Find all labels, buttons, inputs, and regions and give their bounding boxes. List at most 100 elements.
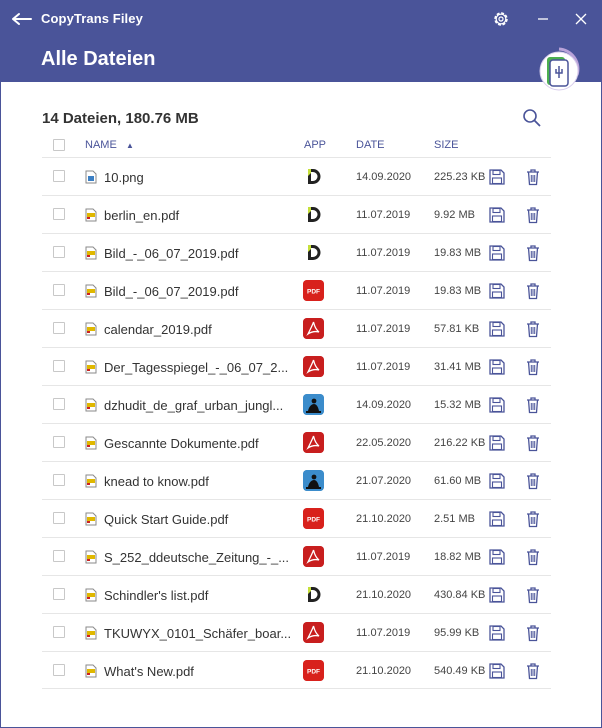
trash-icon[interactable]	[524, 396, 542, 414]
file-name[interactable]: dzhudit_de_graf_urban_jungl...	[104, 398, 294, 413]
pdf-file-icon	[85, 512, 97, 526]
row-checkbox[interactable]	[53, 512, 65, 524]
file-date: 21.07.2020	[356, 475, 412, 487]
file-name[interactable]: What's New.pdf	[104, 664, 294, 679]
trash-icon[interactable]	[524, 662, 542, 680]
file-name[interactable]: Gescannte Dokumente.pdf	[104, 436, 294, 451]
save-icon[interactable]	[488, 396, 506, 414]
file-row[interactable]: Bild_-_06_07_2019.pdf 11.07.2019 19.83 MB	[42, 233, 551, 271]
row-checkbox[interactable]	[53, 170, 65, 182]
trash-icon[interactable]	[524, 358, 542, 376]
row-checkbox[interactable]	[53, 284, 65, 296]
gear-icon[interactable]	[491, 9, 511, 29]
save-icon[interactable]	[488, 624, 506, 642]
search-icon[interactable]	[522, 108, 542, 128]
row-checkbox[interactable]	[53, 626, 65, 638]
file-name[interactable]: Quick Start Guide.pdf	[104, 512, 294, 527]
row-checkbox[interactable]	[53, 436, 65, 448]
row-checkbox[interactable]	[53, 664, 65, 676]
file-size: 61.60 MB	[434, 475, 482, 487]
trash-icon[interactable]	[524, 206, 542, 224]
file-row[interactable]: Gescannte Dokumente.pdf 22.05.2020 216.22 …	[42, 423, 551, 461]
save-icon[interactable]	[488, 472, 506, 490]
save-icon[interactable]	[488, 662, 506, 680]
row-checkbox[interactable]	[53, 588, 65, 600]
file-row[interactable]: Schindler's list.pdf 21.10.2020 430.84 KB	[42, 575, 551, 613]
save-icon[interactable]	[488, 510, 506, 528]
file-list: 10.png 14.09.2020 225.23 KB berlin_en.pdf 11…	[42, 157, 551, 689]
row-checkbox[interactable]	[53, 398, 65, 410]
file-row[interactable]: knead to know.pdf 21.07.2020 61.60 MB	[42, 461, 551, 499]
close-icon[interactable]	[571, 9, 591, 29]
trash-icon[interactable]	[524, 282, 542, 300]
file-date: 14.09.2020	[356, 171, 412, 183]
back-arrow-icon[interactable]	[11, 11, 33, 27]
file-name[interactable]: knead to know.pdf	[104, 474, 294, 489]
file-name[interactable]: TKUWYX_0101_Schäfer_boar...	[104, 626, 294, 641]
row-checkbox[interactable]	[53, 246, 65, 258]
trash-icon[interactable]	[524, 548, 542, 566]
file-row[interactable]: What's New.pdf PDF 21.10.2020 540.49 KB	[42, 651, 551, 689]
sort-ascending-icon: ▲	[126, 141, 134, 150]
file-row[interactable]: Der_Tagesspiegel_-_06_07_2... 11.07.2019 3…	[42, 347, 551, 385]
documents-app-icon	[303, 242, 324, 263]
file-name[interactable]: Der_Tagesspiegel_-_06_07_2...	[104, 360, 294, 375]
row-checkbox[interactable]	[53, 360, 65, 372]
row-checkbox[interactable]	[53, 474, 65, 486]
file-name[interactable]: calendar_2019.pdf	[104, 322, 294, 337]
file-name[interactable]: Bild_-_06_07_2019.pdf	[104, 284, 294, 299]
column-size[interactable]: SIZE	[434, 139, 458, 151]
row-checkbox[interactable]	[53, 208, 65, 220]
pdf-file-icon	[85, 436, 97, 450]
column-app[interactable]: APP	[304, 139, 326, 151]
trash-icon[interactable]	[524, 624, 542, 642]
trash-icon[interactable]	[524, 168, 542, 186]
adobe-acrobat-app-icon	[303, 432, 324, 453]
file-name[interactable]: Bild_-_06_07_2019.pdf	[104, 246, 294, 261]
trash-icon[interactable]	[524, 586, 542, 604]
pdf-file-icon	[85, 398, 97, 412]
device-icon[interactable]	[537, 45, 581, 97]
column-date[interactable]: DATE	[356, 139, 385, 151]
file-row[interactable]: S_252_ddeutsche_Zeitung_-_... 11.07.2019 1…	[42, 537, 551, 575]
documents-app-icon	[303, 204, 324, 225]
trash-icon[interactable]	[524, 434, 542, 452]
file-row[interactable]: calendar_2019.pdf 11.07.2019 57.81 KB	[42, 309, 551, 347]
save-icon[interactable]	[488, 206, 506, 224]
save-icon[interactable]	[488, 282, 506, 300]
file-name[interactable]: 10.png	[104, 170, 294, 185]
save-icon[interactable]	[488, 358, 506, 376]
file-date: 21.10.2020	[356, 665, 412, 677]
row-checkbox[interactable]	[53, 550, 65, 562]
file-name[interactable]: Schindler's list.pdf	[104, 588, 294, 603]
save-icon[interactable]	[488, 244, 506, 262]
select-all-checkbox[interactable]	[53, 139, 65, 151]
adobe-acrobat-app-icon	[303, 318, 324, 339]
file-row[interactable]: TKUWYX_0101_Schäfer_boar... 11.07.2019 95.…	[42, 613, 551, 651]
save-icon[interactable]	[488, 320, 506, 338]
titlebar: CopyTrans Filey Alle Dateien	[1, 1, 601, 82]
file-row[interactable]: Bild_-_06_07_2019.pdf PDF 11.07.2019 19.83 …	[42, 271, 551, 309]
file-row[interactable]: Quick Start Guide.pdf PDF 21.10.2020 2.51 M…	[42, 499, 551, 537]
save-icon[interactable]	[488, 548, 506, 566]
file-name[interactable]: S_252_ddeutsche_Zeitung_-_...	[104, 550, 294, 565]
trash-icon[interactable]	[524, 510, 542, 528]
file-row[interactable]: dzhudit_de_graf_urban_jungl... 14.09.2020…	[42, 385, 551, 423]
pdf-file-icon	[85, 284, 97, 298]
minimize-icon[interactable]	[533, 9, 553, 29]
trash-icon[interactable]	[524, 472, 542, 490]
file-name[interactable]: berlin_en.pdf	[104, 208, 294, 223]
trash-icon[interactable]	[524, 320, 542, 338]
file-row[interactable]: berlin_en.pdf 11.07.2019 9.92 MB	[42, 195, 551, 233]
file-date: 21.10.2020	[356, 513, 412, 525]
save-icon[interactable]	[488, 586, 506, 604]
column-name[interactable]: NAME	[85, 139, 117, 151]
table-header: NAME ▲ APP DATE SIZE	[42, 135, 551, 157]
file-date: 11.07.2019	[356, 551, 411, 563]
file-size: 57.81 KB	[434, 323, 480, 335]
file-row[interactable]: 10.png 14.09.2020 225.23 KB	[42, 157, 551, 195]
trash-icon[interactable]	[524, 244, 542, 262]
row-checkbox[interactable]	[53, 322, 65, 334]
save-icon[interactable]	[488, 434, 506, 452]
save-icon[interactable]	[488, 168, 506, 186]
